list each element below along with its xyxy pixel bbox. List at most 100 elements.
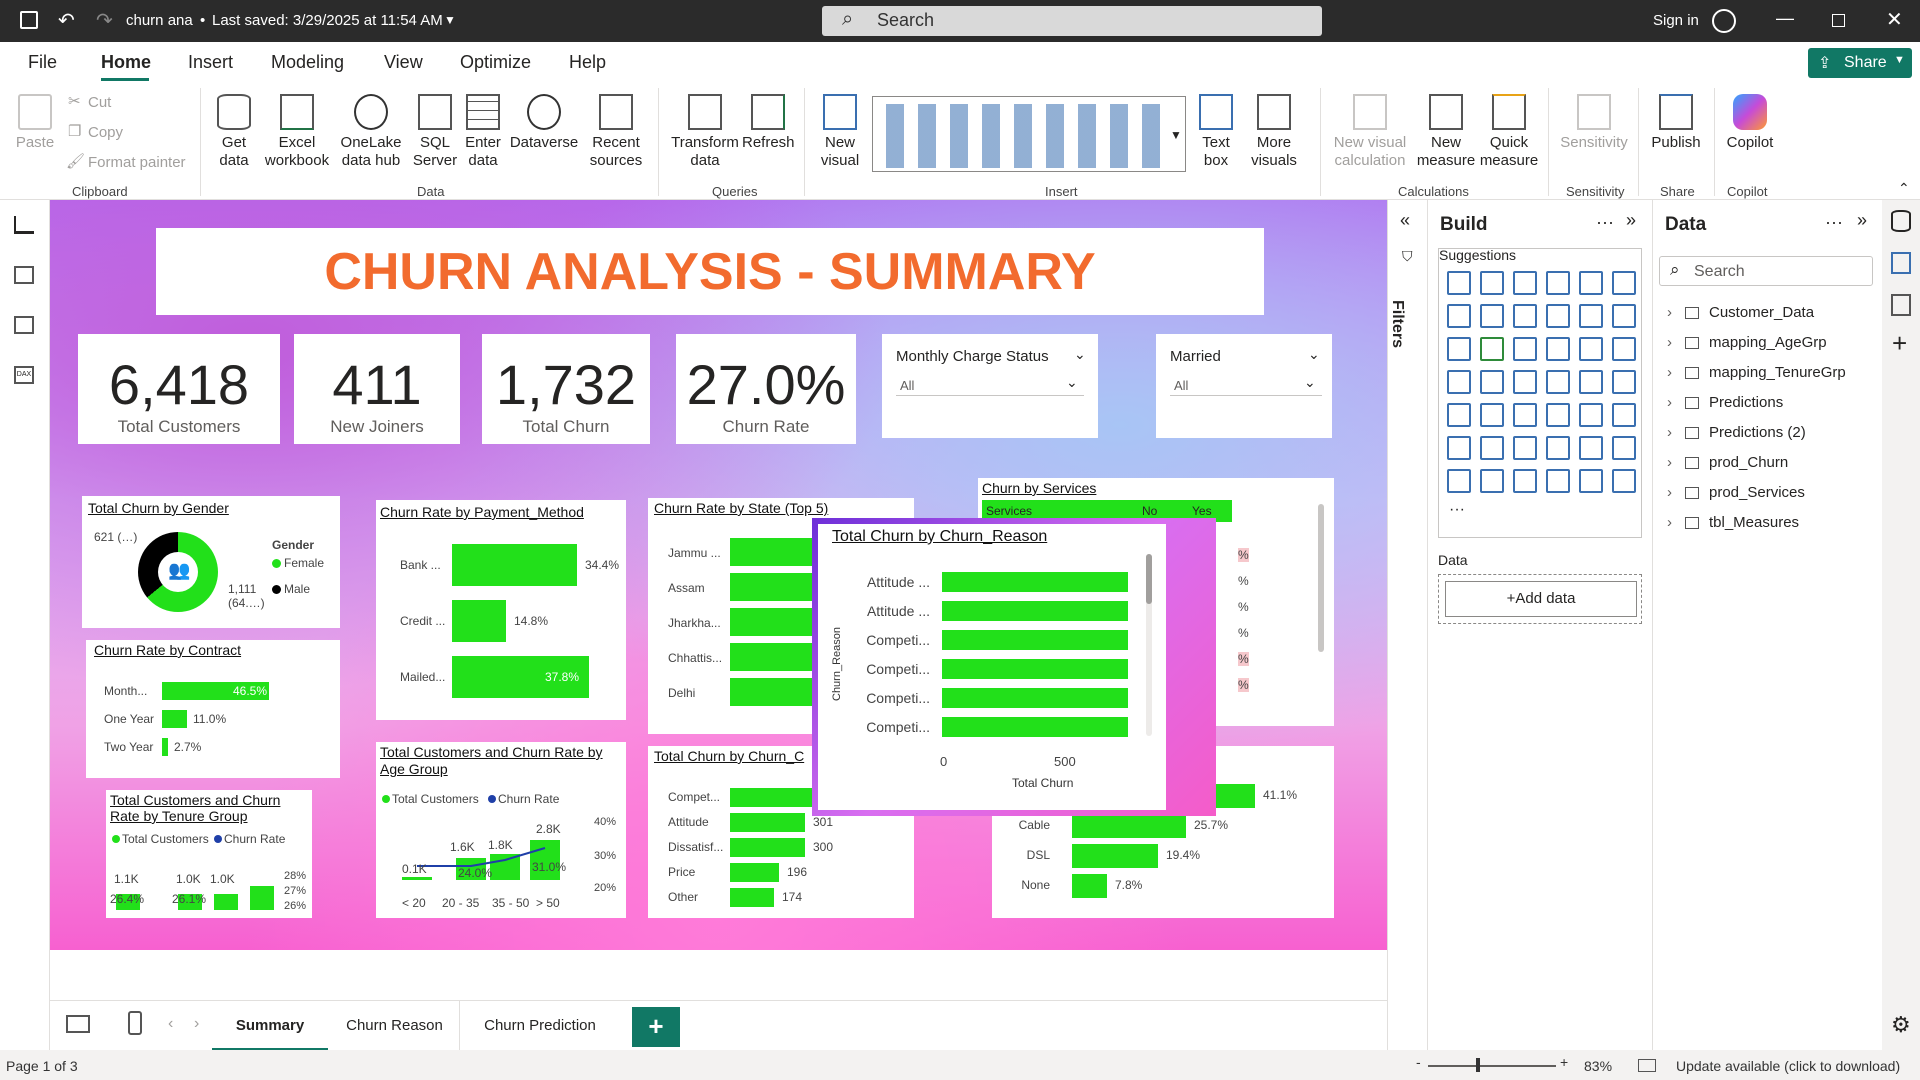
table-item[interactable]: mapping_TenureGrp [1709,364,1846,381]
bar[interactable] [452,600,506,642]
copilot-button[interactable]: Copilot [1720,94,1780,152]
menu-optimize[interactable]: Optimize [460,52,531,73]
report-view-icon[interactable] [14,216,34,234]
tenure-chart[interactable]: Total Customers and Churn Rate by Tenure… [106,790,312,918]
maximize-icon[interactable] [1832,14,1845,27]
visual-type-icon[interactable] [1612,271,1636,295]
visual-type-icon[interactable] [1480,271,1504,295]
expand-chevron-icon[interactable]: › [1667,514,1672,531]
recent-sources-button[interactable]: Recent sources [584,94,648,170]
data-search-input[interactable]: ⌕ Search [1659,256,1873,286]
visual-type-icon[interactable] [1480,337,1504,361]
slicer-married[interactable]: Married ⌄ All ⌄ [1156,334,1332,438]
visual-type-icon[interactable] [1513,403,1537,427]
bar[interactable] [730,608,820,636]
visual-type-icon[interactable] [1480,370,1504,394]
data-pane-icon[interactable] [1891,210,1911,232]
bar[interactable] [730,538,820,566]
account-icon[interactable] [1712,9,1736,33]
quick-measure-button[interactable]: Quick measure [1478,94,1540,170]
more-options-icon[interactable]: ··· [1825,212,1843,233]
bar[interactable] [730,643,820,671]
new-visual-calculation-button[interactable]: New visual calculation [1326,94,1414,170]
expand-chevron-icon[interactable]: › [1667,364,1672,381]
scrollbar-thumb[interactable] [1146,554,1152,604]
gender-chart[interactable]: Total Churn by Gender 621 (…) 👥 1,111 (6… [82,496,340,628]
visual-type-icon[interactable] [1447,469,1471,493]
slicer-dropdown[interactable]: All ⌄ [896,372,1084,396]
collapse-chevron-icon[interactable]: » [1857,210,1867,231]
table-item[interactable]: mapping_AgeGrp [1709,334,1827,351]
visual-type-icon[interactable] [1513,469,1537,493]
save-icon[interactable] [20,11,38,29]
bar[interactable] [1072,874,1107,898]
zoom-out-icon[interactable]: - [1416,1054,1421,1070]
dax-query-view-icon[interactable]: DAX [14,366,34,384]
prev-page-icon[interactable]: ‹ [168,1015,173,1033]
dataverse-button[interactable]: Dataverse [508,94,580,152]
visual-type-icon[interactable] [1546,469,1570,493]
new-visual-button[interactable]: New visual [812,94,868,170]
table-item[interactable]: prod_Churn [1709,454,1788,471]
bar[interactable] [162,710,187,728]
visual-type-icon[interactable] [1546,436,1570,460]
fit-page-icon[interactable] [1638,1059,1656,1072]
visual-type-icon[interactable] [1612,436,1636,460]
visual-type-icon[interactable] [1579,271,1603,295]
bar[interactable] [1072,844,1158,868]
transform-data-button[interactable]: Transform data [668,94,742,170]
bar[interactable] [942,688,1128,708]
visual-type-icon[interactable] [1579,436,1603,460]
enter-data-button[interactable]: Enter data [460,94,506,170]
visual-type-icon[interactable] [1447,337,1471,361]
expand-chevron-icon[interactable]: « [1400,210,1410,231]
undo-icon[interactable]: ↶ [58,8,75,33]
visual-type-icon[interactable] [1612,304,1636,328]
chevron-down-icon[interactable]: ⌄ [1308,346,1320,363]
visual-type-icon[interactable] [1546,271,1570,295]
visual-type-icon[interactable] [1612,469,1636,493]
visual-type-icon[interactable] [1480,469,1504,493]
settings-icon[interactable]: ⚙ [1891,1012,1911,1038]
menu-modeling[interactable]: Modeling [271,52,344,73]
model-view-icon[interactable] [14,316,34,334]
refresh-button[interactable]: Refresh [742,94,795,152]
visual-type-icon[interactable] [1447,403,1471,427]
next-page-icon[interactable]: › [194,1015,199,1033]
visual-type-icon[interactable] [1480,403,1504,427]
mobile-layout-icon[interactable] [128,1011,142,1035]
bar[interactable] [730,863,779,882]
visual-type-icon[interactable] [1579,337,1603,361]
bar[interactable] [1072,814,1186,838]
tab-churn-reason[interactable]: Churn Reason [330,1001,460,1051]
bar[interactable] [942,572,1128,592]
add-page-button[interactable]: + [632,1007,680,1047]
table-item[interactable]: Predictions [1709,394,1783,411]
bar[interactable] [730,788,813,807]
table-item[interactable]: Customer_Data [1709,304,1814,321]
visual-type-icon[interactable] [1546,403,1570,427]
more-visuals-button[interactable]: More visuals [1244,94,1304,170]
minimize-icon[interactable]: — [1776,8,1794,29]
payment-chart[interactable]: Churn Rate by Payment_Method Bank ... 34.… [376,500,626,720]
expand-chevron-icon[interactable]: › [1667,484,1672,501]
collapse-chevron-icon[interactable]: » [1626,210,1636,231]
sign-in-link[interactable]: Sign in [1653,12,1699,29]
sql-server-button[interactable]: SQL Server [412,94,458,170]
bar[interactable] [452,544,577,586]
visual-type-icon[interactable] [1546,337,1570,361]
visual-type-icon[interactable] [1546,304,1570,328]
age-chart[interactable]: Total Customers and Churn Rate by Age Gr… [376,742,626,918]
contract-chart[interactable]: Churn Rate by Contract Month... 46.5% One … [86,640,340,778]
bar[interactable] [730,813,805,832]
visual-type-icon[interactable] [1579,469,1603,493]
desktop-layout-icon[interactable] [66,1015,90,1033]
visual-type-icon[interactable] [1612,370,1636,394]
add-data-button[interactable]: +Add data [1445,581,1637,617]
visual-type-icon[interactable] [1447,370,1471,394]
new-measure-button[interactable]: New measure [1414,94,1478,170]
bar[interactable] [730,888,774,907]
legend-male[interactable]: Male [284,582,310,596]
text-box-button[interactable]: Text box [1192,94,1240,170]
menu-help[interactable]: Help [569,52,606,73]
